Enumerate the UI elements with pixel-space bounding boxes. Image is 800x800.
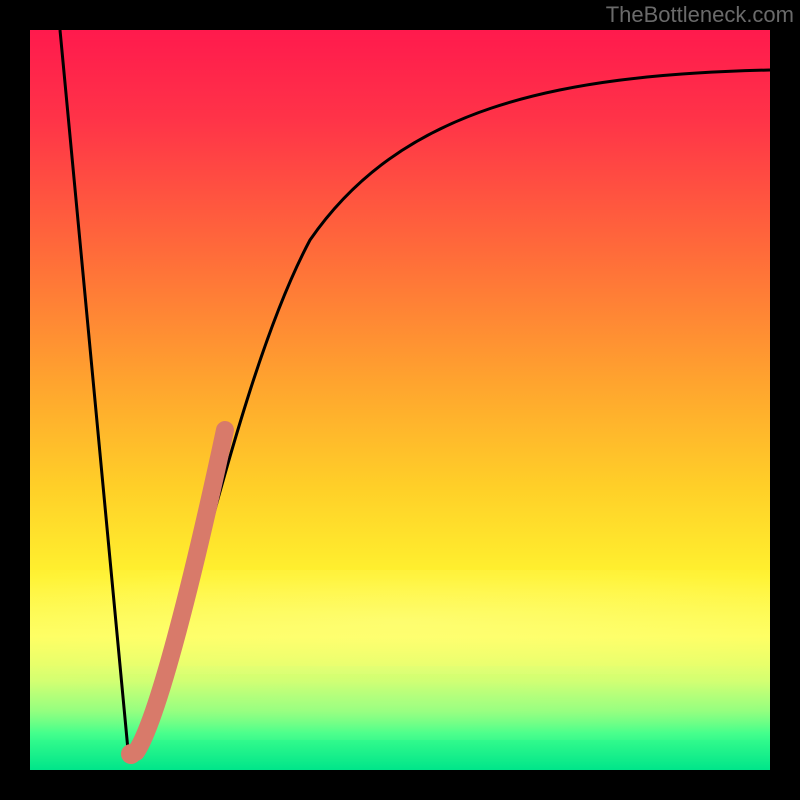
highlight-segment (136, 430, 225, 752)
watermark-text: TheBottleneck.com (606, 2, 794, 28)
curve-layer (30, 30, 770, 770)
plot-area (30, 30, 770, 770)
highlight-end-marker (121, 744, 141, 764)
chart-frame: TheBottleneck.com (0, 0, 800, 800)
